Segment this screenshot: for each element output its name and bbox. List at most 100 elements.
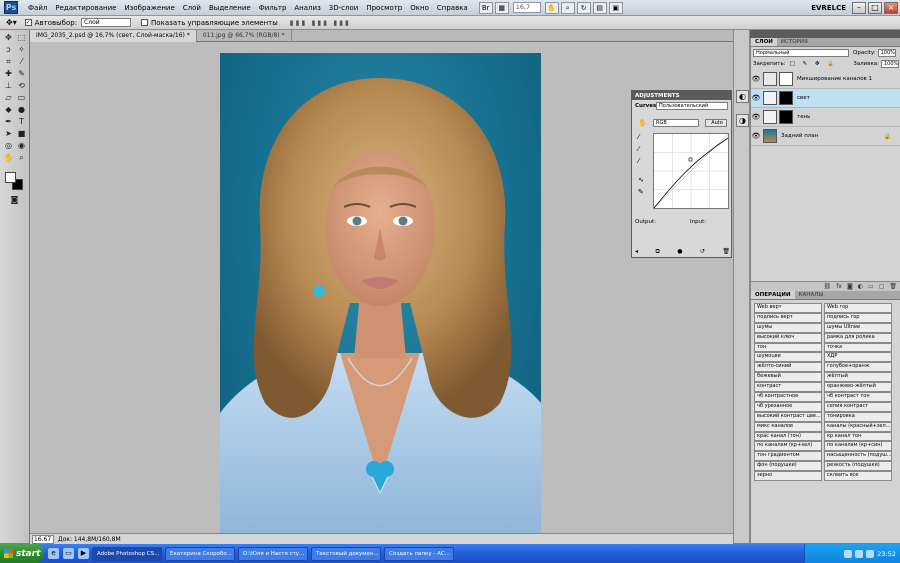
crop-icon[interactable]: ⌗ [3, 57, 14, 67]
workspace-name[interactable]: EVRELCE [811, 4, 846, 12]
healing-icon[interactable]: ✚ [3, 69, 14, 79]
menu-analysis[interactable]: Анализ [290, 4, 324, 12]
white-point-eyedropper-icon[interactable]: ⁄ [638, 157, 639, 165]
action-button[interactable]: подпись верт [754, 312, 822, 323]
quicklaunch-media-icon[interactable]: ▶ [78, 548, 89, 559]
menu-layer[interactable]: Слой [179, 4, 205, 12]
lock-icons[interactable]: □ ✎ ✥ 🔒 [790, 61, 838, 67]
mask-icon[interactable]: ◙ [847, 283, 853, 290]
action-button[interactable]: шумы [754, 322, 822, 333]
eye-icon[interactable]: 👁 [751, 94, 761, 102]
lasso-icon[interactable]: ↄ [3, 45, 14, 55]
action-button[interactable]: точка [824, 342, 892, 353]
action-button[interactable]: каналы (красный+зел... [824, 421, 892, 432]
action-button[interactable]: шумоцве [754, 352, 822, 363]
action-button[interactable]: Web гор [824, 303, 892, 313]
action-button[interactable]: высокий контраст цве... [754, 411, 822, 422]
zoom-level-field[interactable]: 16,7 [512, 2, 541, 13]
rotate-icon[interactable]: ↻ [576, 1, 591, 14]
masks-dock-icon[interactable]: ◑ [736, 114, 749, 127]
clip-icon[interactable]: ⧉ [655, 248, 659, 256]
adjustment-icon[interactable]: ◐ [858, 283, 863, 290]
zoom-icon[interactable]: ⌕ [560, 1, 575, 14]
action-button[interactable]: оранжево-жёлтый [824, 382, 892, 393]
back-icon[interactable]: ◂ [635, 248, 638, 256]
task-chat[interactable]: Екатерина Скоробо... [165, 546, 235, 561]
move-icon[interactable]: ✥ [3, 33, 14, 43]
menu-3d[interactable]: 3D-слои [325, 4, 363, 12]
black-point-eyedropper-icon[interactable]: ⁄ [638, 133, 639, 141]
stamp-icon[interactable]: ⊥ [3, 81, 14, 91]
autoselect-dropdown[interactable]: Слой [81, 18, 132, 27]
show-controls-checkbox[interactable] [141, 19, 149, 26]
eyedropper-icon[interactable]: ⁄ [16, 57, 27, 67]
menu-select[interactable]: Выделение [205, 4, 255, 12]
layer-row-svet[interactable]: 👁 свет [751, 89, 900, 108]
on-image-adjust-icon[interactable]: ✋ [638, 119, 647, 127]
hand-icon[interactable]: ✋ [544, 1, 559, 14]
menu-help[interactable]: Справка [433, 4, 472, 12]
layer-row-background[interactable]: 👁 Задний план 🔒 [751, 127, 900, 146]
tab-actions[interactable]: ОПЕРАЦИИ [751, 291, 795, 299]
tab-channels[interactable]: КАНАЛЫ [795, 291, 828, 299]
guides-icon[interactable]: ▦ [494, 1, 509, 14]
action-button[interactable]: тон [754, 342, 822, 353]
tray-network-icon[interactable] [844, 549, 853, 558]
maximize-icon[interactable]: □ [868, 1, 882, 14]
action-button[interactable]: жёлто-синий [754, 362, 822, 373]
action-button[interactable]: ХДР [824, 352, 892, 363]
tab-011-jpg[interactable]: 011.jpg @ 66,7% (RGB/8) * [197, 30, 292, 42]
tab-layers[interactable]: СЛОИ [751, 38, 777, 46]
quicklaunch-ie-icon[interactable]: e [48, 548, 59, 559]
brush-icon[interactable]: ✎ [16, 69, 27, 79]
new-layer-icon[interactable]: ▢ [879, 283, 885, 290]
adjustments-dock-icon[interactable]: ◐ [736, 90, 749, 103]
pen-icon[interactable]: ✒ [3, 117, 14, 127]
action-button[interactable]: сепия контраст [824, 401, 892, 412]
action-button[interactable]: жёлтый [824, 372, 892, 383]
minimize-icon[interactable]: – [852, 1, 866, 14]
action-button[interactable]: подпись гор [824, 312, 892, 323]
action-button[interactable]: чб контраст тон [824, 392, 892, 402]
3d-rotate-icon[interactable]: ◎ [3, 141, 14, 151]
action-button[interactable]: насыщенность (подуш... [824, 451, 892, 462]
autoselect-checkbox[interactable]: ✓ [24, 19, 32, 26]
action-button[interactable]: фон (подушки) [754, 461, 822, 472]
folder-icon[interactable]: ▭ [868, 283, 874, 290]
eye-icon[interactable]: 👁 [751, 132, 761, 140]
tab-img-2035[interactable]: IMG_2035_2.psd @ 16,7% (свет, Слой-маска… [30, 30, 197, 42]
reset-icon[interactable]: ↺ [700, 248, 705, 256]
align-icons[interactable]: ▮▮▮ ▮▮▮ ▮▮▮ [290, 19, 351, 27]
action-button[interactable]: кр канал тон [824, 431, 892, 442]
eye-icon[interactable]: 👁 [751, 113, 761, 121]
fx-icon[interactable]: fx [836, 283, 842, 290]
action-button[interactable]: высокий ключ [754, 332, 822, 343]
action-button[interactable]: тонировка [824, 411, 892, 422]
action-button[interactable]: резкость (подушки) [824, 461, 892, 472]
curves-preset-dropdown[interactable]: Пользовательский [656, 102, 728, 110]
trash-icon[interactable]: 🗑 [889, 283, 897, 290]
type-icon[interactable]: T [16, 117, 27, 127]
curves-graph[interactable] [653, 133, 729, 209]
curve-edit-icon[interactable]: ∿ [638, 176, 644, 184]
document-size[interactable]: Док: 144,8M/160,8M [58, 536, 121, 543]
eraser-icon[interactable]: ▱ [3, 93, 14, 103]
menu-image[interactable]: Изображение [120, 4, 178, 12]
action-button[interactable]: контраст [754, 382, 822, 393]
task-create-folder[interactable]: Создать папку - АС... [384, 546, 454, 561]
action-button[interactable]: микс каналов [754, 421, 822, 432]
menu-filter[interactable]: Фильтр [255, 4, 291, 12]
task-text-document[interactable]: Текстовый докумен... [311, 546, 381, 561]
action-button[interactable]: рамка для ролика [824, 332, 892, 343]
pencil-curve-icon[interactable]: ✎ [638, 188, 644, 196]
blend-mode-dropdown[interactable]: Нормальный [753, 49, 849, 57]
shape-icon[interactable]: ■ [16, 129, 27, 139]
action-button[interactable]: по каналам (кр+син) [824, 441, 892, 452]
tray-volume-icon[interactable] [855, 549, 864, 558]
channel-dropdown[interactable]: RGB [653, 119, 699, 127]
visibility-icon[interactable]: ● [677, 248, 682, 256]
action-button[interactable]: склеить все [824, 471, 892, 482]
close-icon[interactable]: × [884, 1, 898, 14]
tray-security-icon[interactable] [866, 549, 875, 558]
start-button[interactable]: start [0, 544, 44, 563]
